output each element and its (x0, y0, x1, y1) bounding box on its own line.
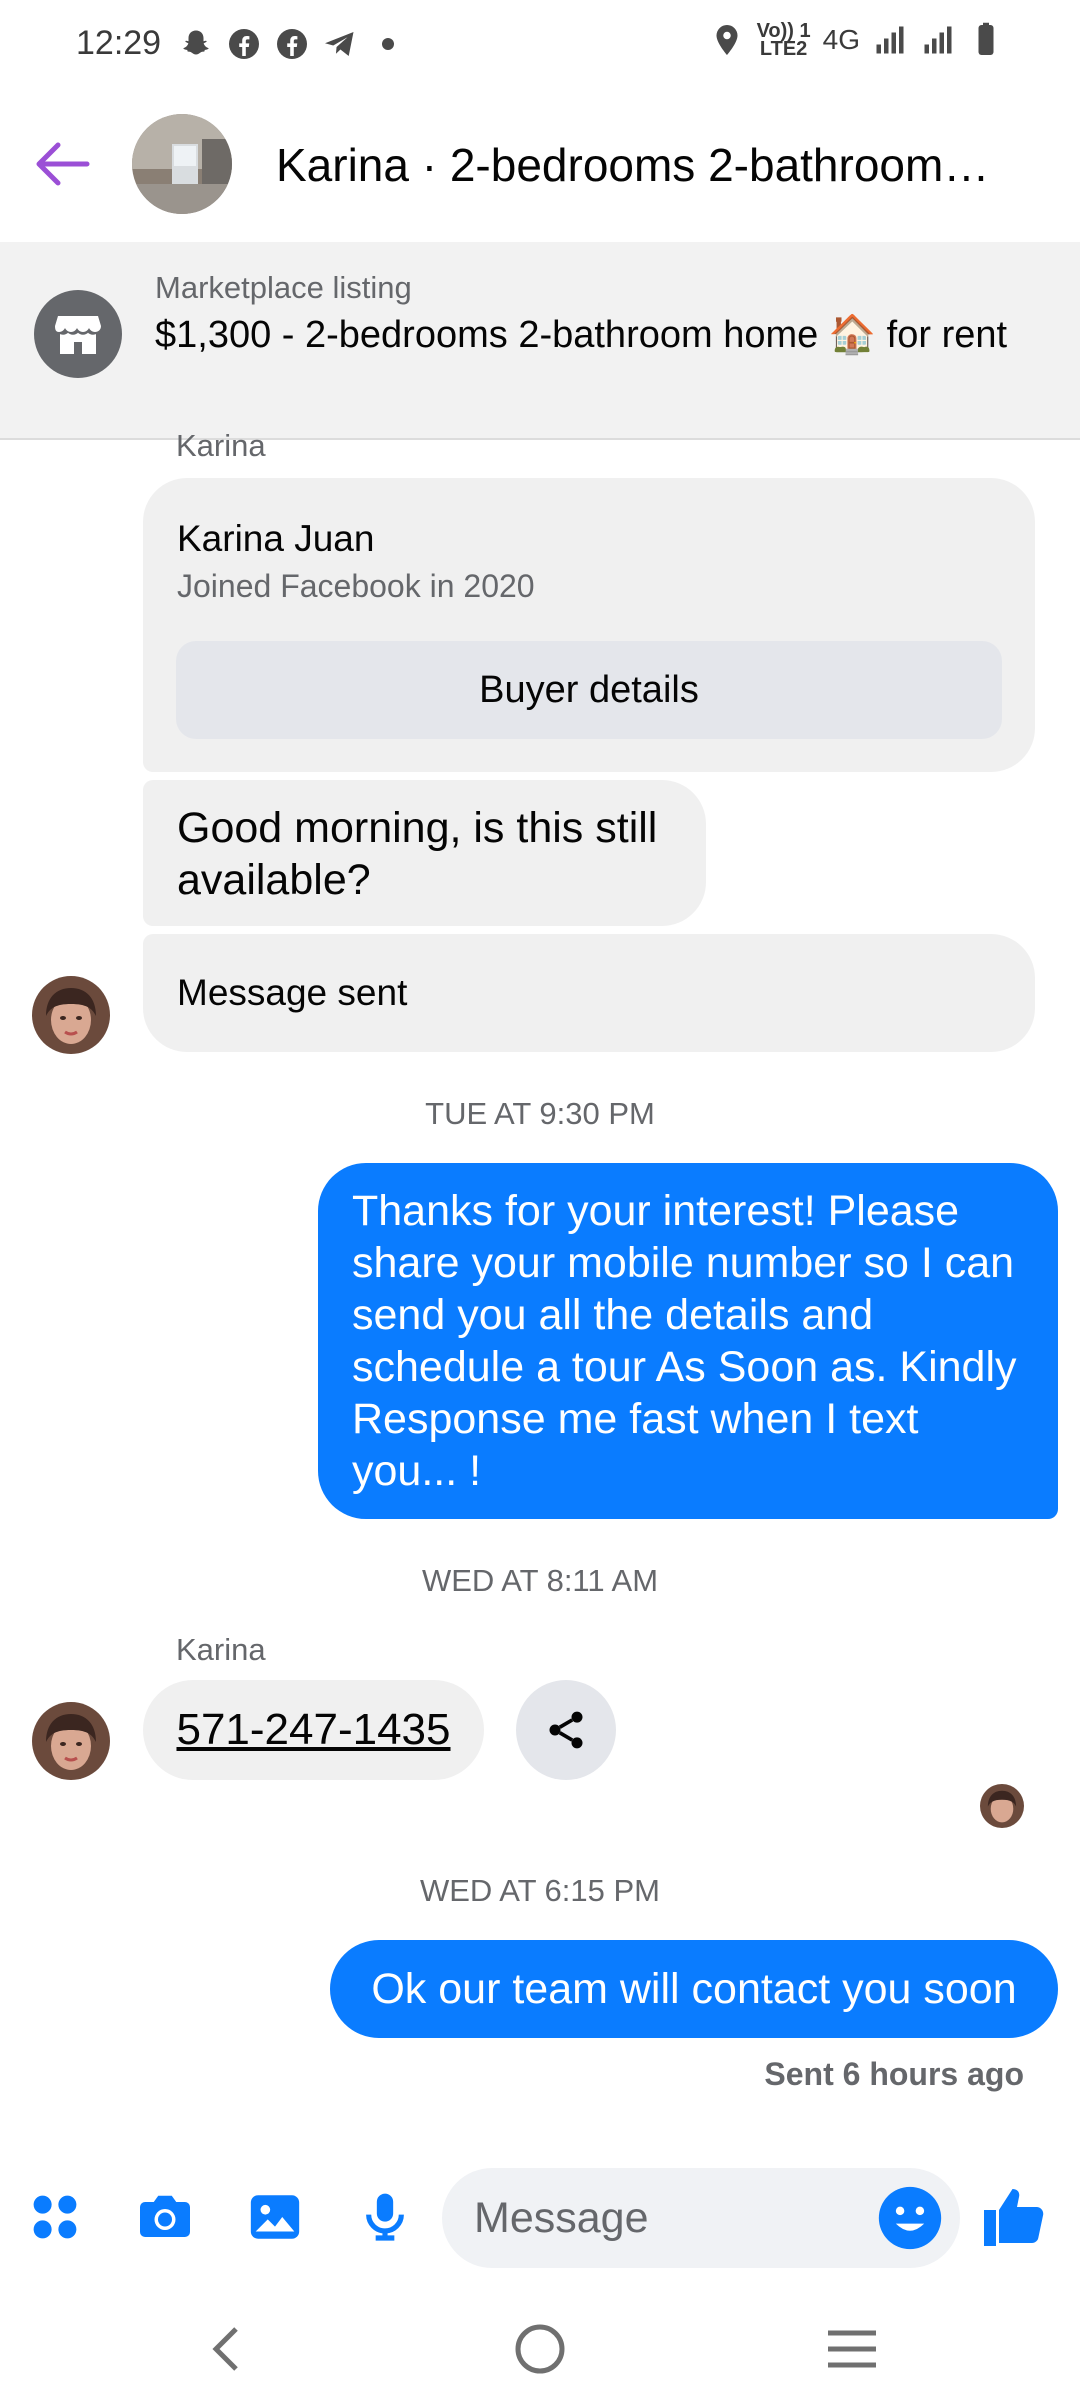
snapchat-icon (183, 30, 209, 55)
location-icon (716, 25, 738, 55)
camera-button[interactable] (130, 2182, 200, 2252)
camera-icon (140, 2195, 190, 2237)
conversation-title[interactable]: Karina · 2-bedrooms 2-bathroom… (276, 138, 996, 192)
listing-thumbnail[interactable] (132, 114, 232, 214)
nav-recents-button[interactable] (812, 2314, 892, 2384)
gallery-button[interactable] (240, 2182, 310, 2252)
facebook-icon (229, 29, 259, 59)
sender-label: Karina (176, 1632, 266, 1667)
outgoing-message[interactable]: Thanks for your interest! Please share y… (318, 1163, 1058, 1519)
share-icon (549, 1711, 583, 1749)
incoming-message[interactable]: Good morning, is this still available? (143, 780, 706, 926)
signal-icon (924, 26, 952, 54)
facebook-icon (277, 29, 307, 59)
emoji-button[interactable] (876, 2184, 944, 2252)
dot-icon (382, 38, 394, 50)
outgoing-message[interactable]: Ok our team will contact you soon (330, 1940, 1058, 2038)
phone-number-link[interactable]: 571-247-1435 (143, 1680, 484, 1780)
volte-indicator: Vo)) 1 LTE2 (756, 20, 811, 60)
timestamp: WED AT 8:11 AM (421, 1563, 659, 1598)
sent-status: Sent 6 hours ago (764, 2056, 1024, 2092)
avatar[interactable] (32, 1702, 110, 1780)
more-actions-button[interactable] (20, 2182, 90, 2252)
chevron-left-icon (212, 2327, 238, 2371)
share-button[interactable] (516, 1680, 616, 1780)
image-icon (250, 2195, 300, 2239)
telegram-icon (325, 32, 354, 56)
menu-lines-icon (828, 2330, 876, 2368)
listing-kicker: Marketplace listing (155, 270, 412, 305)
buyer-name: Karina Juan (177, 518, 375, 559)
contact-avatar-icon (32, 1702, 110, 1780)
message-sent-notice: Message sent (143, 934, 1035, 1052)
system-navigation-bar (0, 2290, 1080, 2400)
message-composer (0, 2160, 1080, 2270)
marketplace-listing-banner[interactable]: Marketplace listing $1,300 - 2-bedrooms … (0, 242, 1080, 440)
contact-avatar-icon (32, 976, 110, 1054)
notification-icons (178, 26, 406, 62)
battery-icon (978, 22, 994, 55)
buyer-details-button[interactable]: Buyer details (176, 641, 1002, 739)
buyer-joined: Joined Facebook in 2020 (177, 568, 535, 604)
back-button[interactable] (26, 128, 98, 200)
listing-title: $1,300 - 2-bedrooms 2-bathroom home 🏠 fo… (155, 314, 1008, 356)
timestamp: WED AT 6:15 PM (419, 1873, 661, 1908)
timestamp: TUE AT 9:30 PM (425, 1096, 655, 1131)
avatar[interactable] (32, 976, 110, 1054)
conversation-header: Karina · 2-bedrooms 2-bathroom… (0, 88, 1080, 242)
nav-back-button[interactable] (186, 2314, 266, 2384)
back-arrow-icon (36, 142, 90, 186)
voice-button[interactable] (350, 2182, 420, 2252)
read-receipt-avatar (980, 1784, 1024, 1828)
status-bar: 12:29 Vo)) 1 LTE2 4G (0, 0, 1080, 88)
network-type: 4G (822, 24, 860, 55)
like-button[interactable] (978, 2180, 1050, 2252)
signal-icon (876, 26, 904, 54)
microphone-icon (366, 2193, 404, 2241)
four-dots-icon (33, 2195, 77, 2239)
buyer-profile-card: Karina Juan Joined Facebook in 2020 Buye… (143, 478, 1035, 772)
nav-home-button[interactable] (500, 2314, 580, 2384)
thumbs-up-icon (984, 2189, 1044, 2246)
home-circle-icon (515, 2324, 565, 2374)
sender-label: Karina (176, 428, 266, 463)
emoji-icon (878, 2186, 942, 2250)
room-photo-icon (132, 114, 232, 214)
marketplace-store-icon (34, 290, 122, 378)
clock: 12:29 (76, 24, 162, 62)
system-icons: Vo)) 1 LTE2 4G (709, 20, 1004, 60)
read-receipt-icon (980, 1784, 1024, 1828)
